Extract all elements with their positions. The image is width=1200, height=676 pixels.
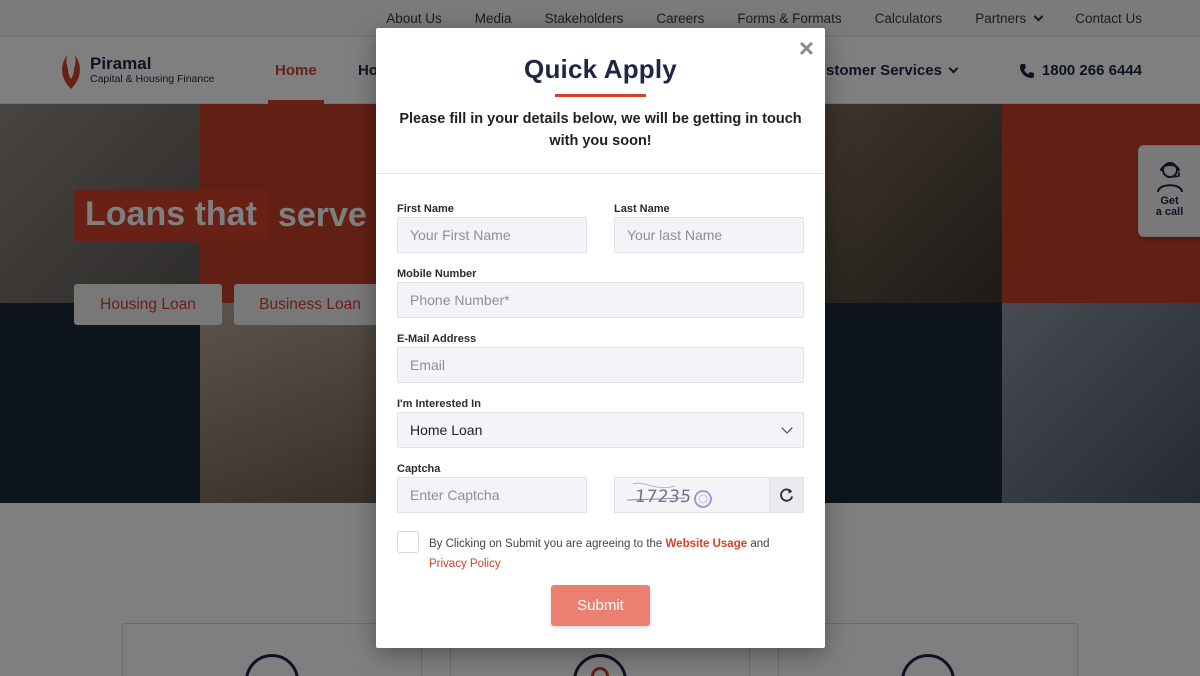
refresh-icon (780, 488, 794, 502)
email-input[interactable]: Email (397, 347, 804, 383)
title-underline (555, 94, 646, 97)
email-label: E-Mail Address (397, 333, 477, 345)
mobile-number-label: Mobile Number (397, 268, 477, 280)
quick-apply-modal: × Quick Apply Please fill in your detail… (376, 28, 825, 648)
terms-text: By Clicking on Submit you are agreeing t… (429, 534, 799, 574)
privacy-policy-link[interactable]: Privacy Policy (429, 558, 501, 570)
last-name-label: Last Name (614, 203, 670, 215)
phone-number-input[interactable]: Phone Number* (397, 282, 804, 318)
interested-in-label: I'm Interested In (397, 398, 481, 410)
interested-in-select[interactable]: Home Loan (397, 412, 804, 448)
captcha-input[interactable]: Enter Captcha (397, 477, 587, 513)
terms-middle: and (747, 538, 770, 550)
modal-divider (376, 173, 825, 174)
captcha-code: 17235 (633, 487, 693, 507)
first-name-label: First Name (397, 203, 454, 215)
captcha-refresh-button[interactable] (769, 477, 804, 513)
chevron-down-icon (781, 422, 793, 434)
modal-title: Quick Apply (524, 54, 677, 84)
website-usage-link[interactable]: Website Usage (666, 538, 748, 550)
last-name-input[interactable]: Your last Name (614, 217, 804, 253)
captcha-image: 17235 (614, 477, 770, 513)
first-name-input[interactable]: Your First Name (397, 217, 587, 253)
modal-subtitle: Please fill in your details below, we wi… (399, 111, 802, 149)
interested-in-value: Home Loan (410, 422, 483, 438)
terms-checkbox[interactable] (397, 531, 419, 553)
captcha-label: Captcha (397, 463, 441, 475)
submit-button[interactable]: Submit (551, 585, 650, 626)
terms-prefix: By Clicking on Submit you are agreeing t… (429, 538, 666, 550)
